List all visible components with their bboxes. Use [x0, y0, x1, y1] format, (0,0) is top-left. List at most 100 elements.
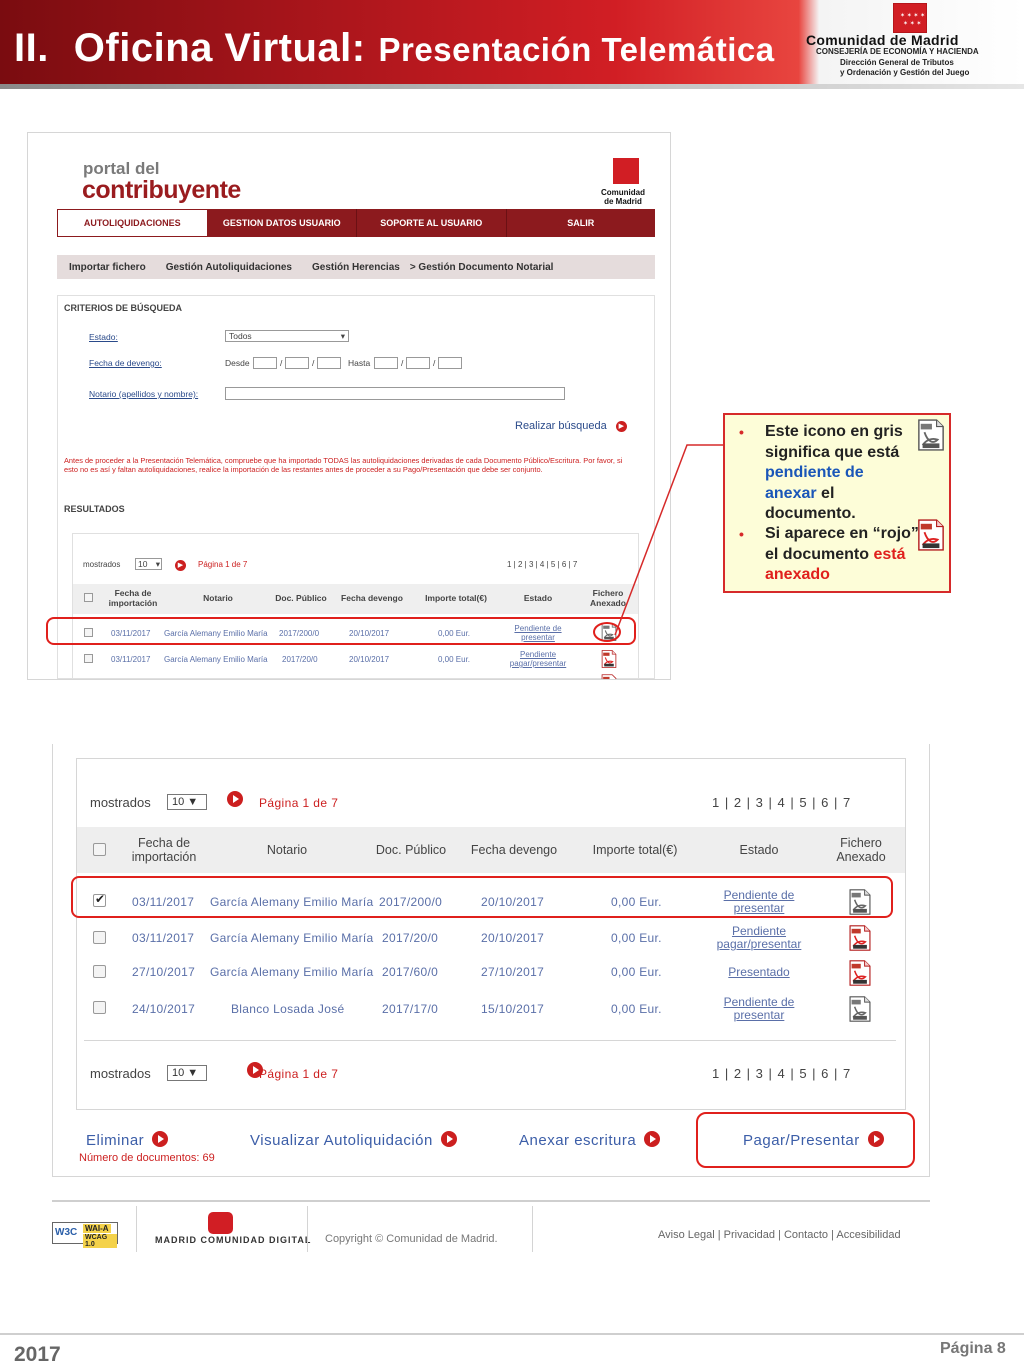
cell-fecha: 27/10/2017: [132, 965, 196, 979]
pagination-links[interactable]: 1 | 2 | 3 | 4 | 5 | 6 | 7: [507, 560, 577, 569]
pagination-links[interactable]: 1 | 2 | 3 | 4 | 5 | 6 | 7: [712, 795, 851, 810]
wcag-text: WCAG 1.0: [83, 1234, 117, 1248]
row-checkbox[interactable]: [84, 654, 93, 663]
callout-box: • Este icono en gris significa que está …: [723, 413, 951, 593]
cell-estado[interactable]: Pendiente pagar/presentar: [704, 925, 814, 951]
subnav-documento-notarial[interactable]: > Gestión Documento Notarial: [410, 262, 554, 273]
pagina-indicator: Página 1 de 7: [198, 560, 248, 569]
madrid-digital-logo: [208, 1212, 233, 1234]
nav-autoliquidaciones[interactable]: AUTOLIQUIDACIONES: [57, 209, 208, 237]
cell-estado[interactable]: Pendiente de presentar: [708, 996, 810, 1022]
title-main: Oficina Virtual:: [73, 26, 366, 70]
anexar-escritura-button[interactable]: Anexar escritura: [519, 1131, 661, 1149]
col-importe: Importe total(€): [592, 843, 678, 857]
pdf-gray-icon[interactable]: [848, 996, 872, 1022]
site-footer-divider: [52, 1200, 930, 1202]
cell-fecha: 03/11/2017: [111, 655, 151, 664]
title-prefix: II.: [14, 26, 49, 70]
estado-label: Estado:: [89, 332, 118, 342]
select-all-checkbox[interactable]: [93, 843, 106, 856]
mostrados-label: mostrados: [90, 795, 151, 810]
subnav-gestion-autoliquidaciones[interactable]: Gestión Autoliquidaciones: [166, 262, 292, 273]
hasta-label: Hasta: [348, 358, 371, 368]
row-checkbox[interactable]: [93, 931, 106, 944]
fecha-devengo-label: Fecha de devengo:: [89, 358, 162, 368]
notario-input[interactable]: [225, 387, 565, 400]
cell-devengo: 20/10/2017: [481, 931, 545, 945]
org-department: CONSEJERÍA DE ECONOMÍA Y HACIENDA: [816, 47, 979, 56]
col-fecha-devengo: Fecha devengo: [341, 593, 403, 603]
pagar-highlight: [696, 1112, 915, 1168]
desde-year-input[interactable]: [317, 357, 341, 369]
page-size-select[interactable]: 10 ▼: [167, 1065, 207, 1081]
desde-month-input[interactable]: [285, 357, 309, 369]
results-title: RESULTADOS: [64, 504, 125, 514]
title-sub: Presentación Telemática: [378, 31, 775, 68]
notario-label: Notario (apellidos y nombre):: [89, 389, 199, 399]
callout-item-gray: • Este icono en gris significa que está …: [739, 423, 903, 522]
nav-salir[interactable]: SALIR: [507, 209, 656, 237]
row-checkbox[interactable]: [93, 965, 106, 978]
page-size-select[interactable]: 10 ▼: [167, 794, 207, 810]
divider: [307, 1206, 308, 1252]
select-all-checkbox[interactable]: [84, 593, 93, 602]
madrid-digital-text: MADRID COMUNIDAD DIGITAL: [155, 1235, 312, 1245]
portal-top-nav: AUTOLIQUIDACIONES GESTION DATOS USUARIO …: [57, 209, 655, 237]
estado-select[interactable]: Todos ▾: [225, 330, 349, 342]
page-size-select[interactable]: 10 ▾: [135, 558, 162, 570]
pdf-red-icon[interactable]: [601, 674, 617, 680]
nav-soporte[interactable]: SOPORTE AL USUARIO: [357, 209, 507, 237]
date-separator: /: [280, 358, 283, 368]
date-separator: /: [401, 358, 404, 368]
pagina-indicator: Página 1 de 7: [259, 796, 339, 810]
desde-day-input[interactable]: [253, 357, 277, 369]
cell-notario: García Alemany Emilio María: [210, 931, 374, 945]
portal-screenshot: portal del contribuyente Comunidad de Mad…: [27, 132, 671, 680]
pdf-gray-icon: [918, 419, 944, 451]
slide-year: 2017: [14, 1343, 61, 1366]
col-notario: Notario: [203, 593, 233, 603]
cell-doc: 2017/60/0: [382, 965, 439, 979]
wai-badge[interactable]: W3C WAI-A WCAG 1.0: [52, 1222, 118, 1248]
footer-links[interactable]: Aviso Legal | Privacidad | Contacto | Ac…: [658, 1229, 901, 1241]
wai-text: WAI-A: [83, 1224, 111, 1233]
hasta-day-input[interactable]: [374, 357, 398, 369]
pagination-links[interactable]: 1 | 2 | 3 | 4 | 5 | 6 | 7: [712, 1066, 851, 1081]
divider: [532, 1206, 533, 1252]
mostrados-label: mostrados: [90, 1066, 151, 1081]
col-fichero: Fichero Anexado: [836, 836, 886, 864]
realizar-busqueda-link[interactable]: Realizar búsqueda ▶: [515, 420, 627, 432]
arrow-right-icon: [440, 1131, 457, 1147]
slide-footer-divider: [0, 1333, 1024, 1335]
cell-doc: 2017/20/0: [382, 931, 439, 945]
col-fecha-importacion: Fecha de importación: [131, 836, 197, 864]
desde-label: Desde: [225, 358, 250, 368]
cell-importe: 0,00 Eur.: [611, 931, 662, 945]
nav-gestion-datos[interactable]: GESTION DATOS USUARIO: [208, 209, 357, 237]
criteria-title: CRITERIOS DE BÚSQUEDA: [64, 303, 183, 313]
col-estado: Estado: [739, 843, 779, 857]
hasta-year-input[interactable]: [438, 357, 462, 369]
document-count: Número de documentos: 69: [79, 1152, 215, 1164]
subnav-importar[interactable]: Importar fichero: [69, 262, 146, 273]
pdf-red-icon[interactable]: [601, 650, 617, 668]
mini-logo-text: Comunidad de Madrid: [601, 188, 645, 206]
cell-fecha: 03/11/2017: [132, 931, 195, 945]
cell-notario: Blanco Losada José: [231, 1002, 345, 1016]
cell-estado[interactable]: Pendiente pagar/presentar: [501, 650, 575, 668]
eliminar-button[interactable]: Eliminar: [86, 1131, 169, 1149]
portal-sub-nav: Importar fichero Gestión Autoliquidacion…: [57, 255, 655, 279]
org-subdivision-2: y Ordenación y Gestión del Juego: [840, 68, 970, 77]
row-highlight: [46, 617, 636, 645]
cell-estado[interactable]: Presentado: [708, 966, 810, 979]
next-page-icon[interactable]: ▶: [175, 557, 186, 575]
pdf-red-icon[interactable]: [848, 960, 872, 986]
subnav-gestion-herencias[interactable]: Gestión Herencias: [312, 262, 400, 273]
col-doc-publico: Doc. Público: [375, 843, 447, 857]
hasta-month-input[interactable]: [406, 357, 430, 369]
org-subdivision-1: Dirección General de Tributos: [840, 58, 954, 67]
visualizar-button[interactable]: Visualizar Autoliquidación: [250, 1131, 457, 1149]
next-page-icon[interactable]: [227, 791, 243, 807]
pdf-red-icon[interactable]: [848, 925, 872, 951]
row-checkbox[interactable]: [93, 1001, 106, 1014]
